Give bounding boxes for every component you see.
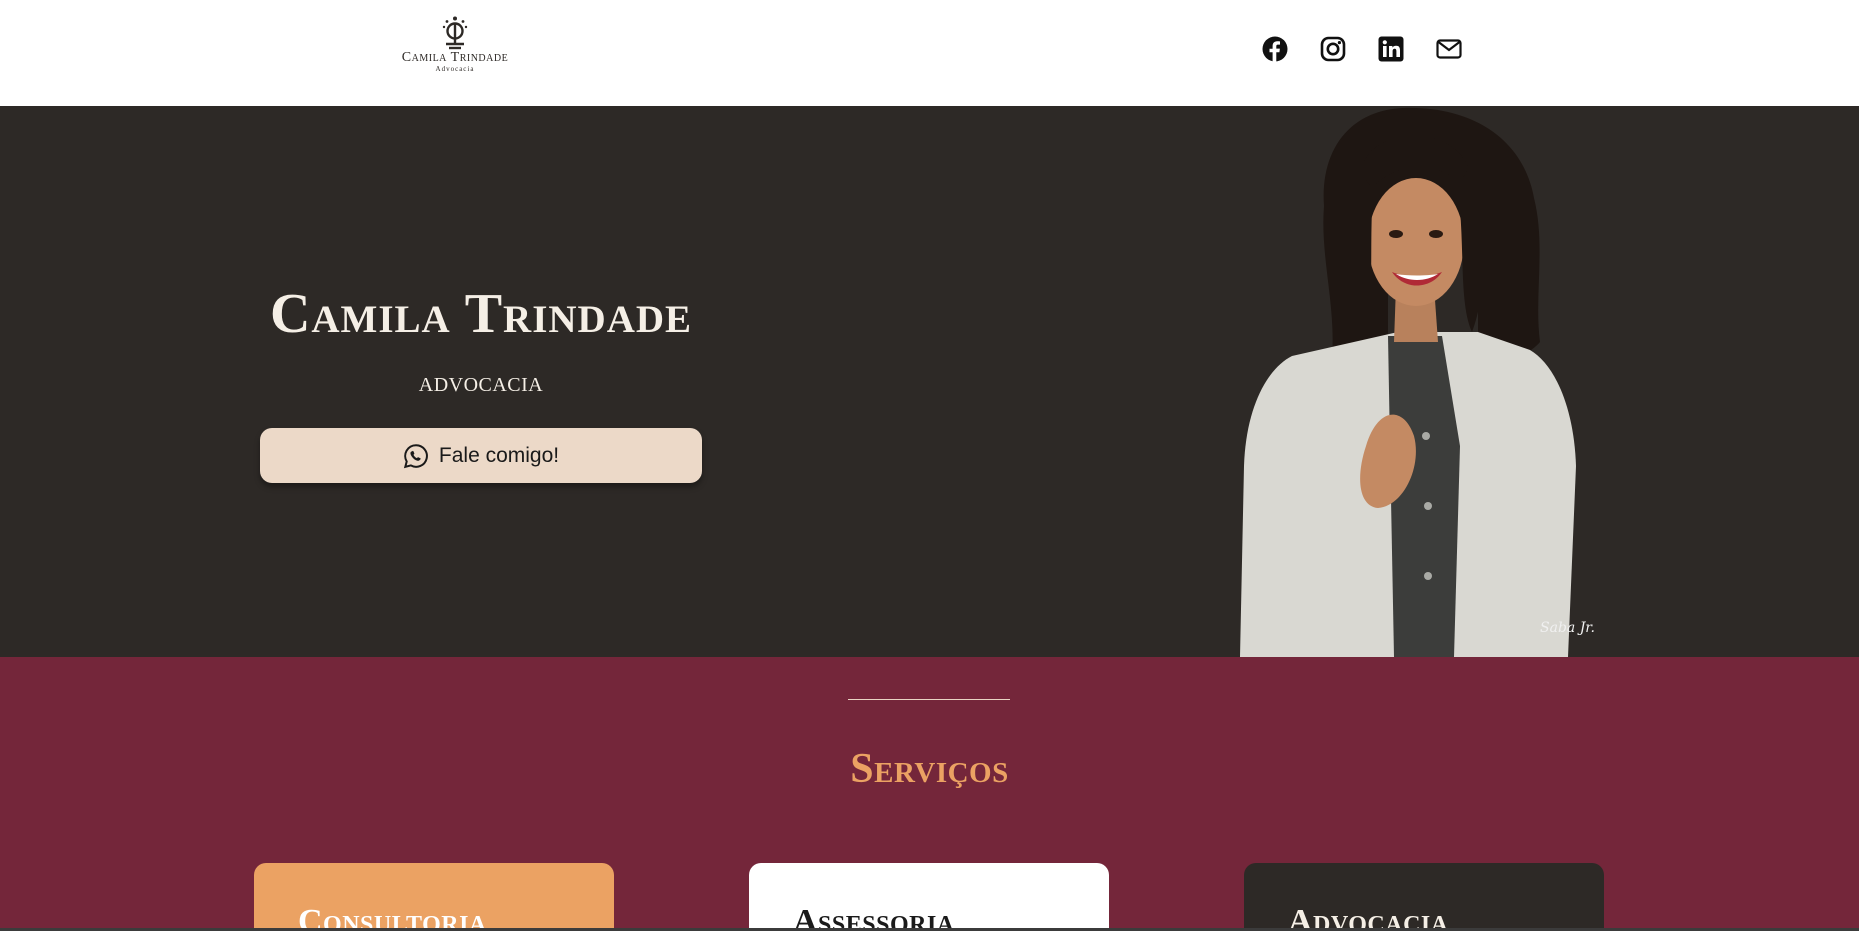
hero-title: Camila Trindade bbox=[269, 283, 693, 345]
site-header: Camila Trindade Advocacia bbox=[0, 0, 1859, 106]
logo[interactable]: Camila Trindade Advocacia bbox=[390, 16, 520, 86]
service-card-consultoria[interactable]: Consultoria bbox=[254, 863, 614, 931]
service-card-assessoria[interactable]: Assessoria bbox=[749, 863, 1109, 931]
lawyer-portrait: Saba Jr. bbox=[1240, 107, 1595, 657]
whatsapp-icon bbox=[403, 443, 428, 468]
section-divider bbox=[848, 699, 1010, 700]
contact-button[interactable]: Fale comigo! bbox=[260, 428, 702, 483]
services-section: Serviços Consultoria Assessoria Advocaci… bbox=[0, 657, 1859, 931]
contact-button-label: Fale comigo! bbox=[438, 443, 560, 467]
hero-subtitle: ADVOCACIA bbox=[418, 374, 544, 396]
service-card-title: Consultoria bbox=[298, 903, 487, 931]
service-card-title: Advocacia bbox=[1288, 903, 1449, 931]
social-links bbox=[1262, 36, 1462, 62]
mail-icon[interactable] bbox=[1436, 36, 1462, 62]
scales-of-justice-icon bbox=[442, 16, 468, 50]
facebook-icon[interactable] bbox=[1262, 36, 1288, 62]
logo-subtitle: Advocacia bbox=[435, 65, 475, 73]
service-card-title: Assessoria bbox=[793, 903, 955, 931]
service-card-advocacia[interactable]: Advocacia bbox=[1244, 863, 1604, 931]
logo-name: Camila Trindade bbox=[401, 50, 509, 65]
photo-signature: Saba Jr. bbox=[1540, 620, 1595, 636]
linkedin-icon[interactable] bbox=[1378, 36, 1404, 62]
hero-section: Camila Trindade ADVOCACIA Fale comigo! S… bbox=[0, 106, 1859, 657]
instagram-icon[interactable] bbox=[1320, 36, 1346, 62]
services-title: Serviços bbox=[850, 746, 1009, 792]
